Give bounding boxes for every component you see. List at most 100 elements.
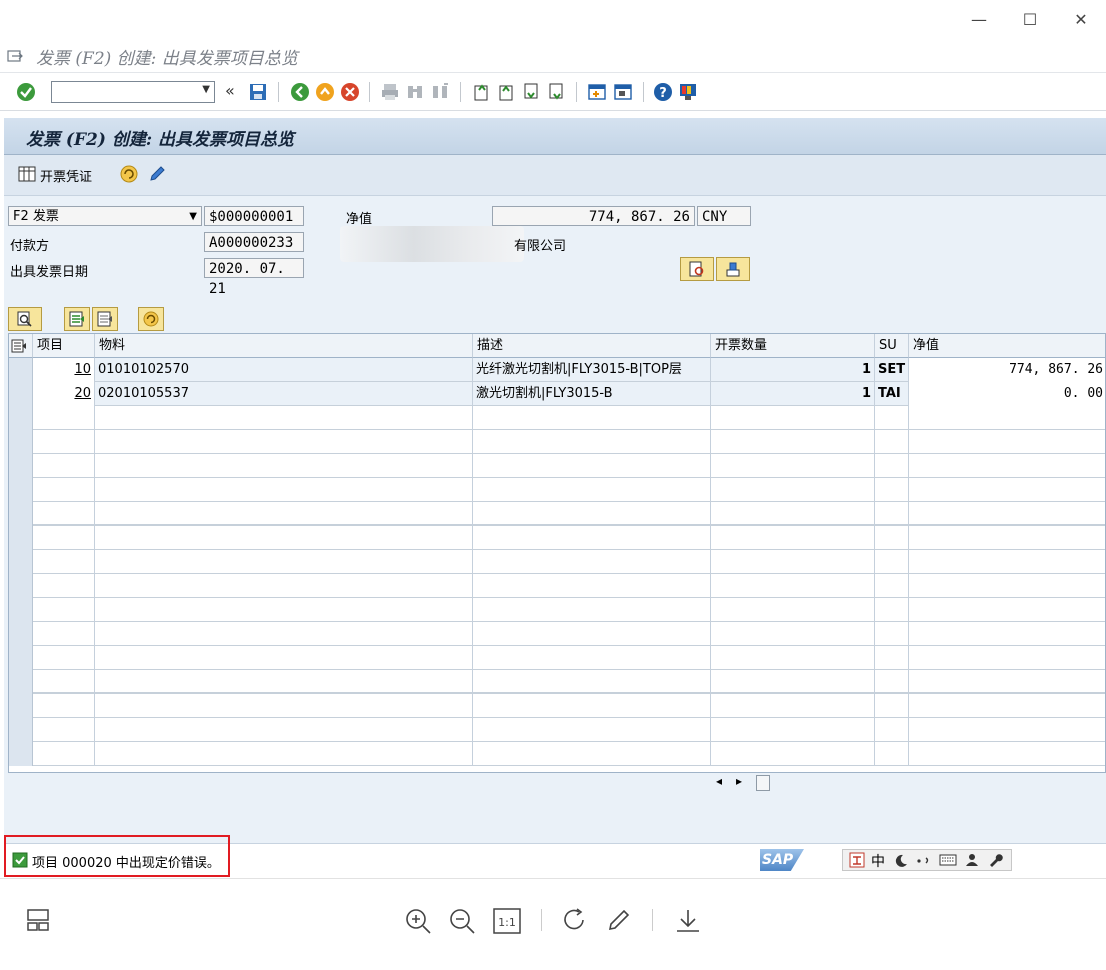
empty-cell[interactable] bbox=[473, 598, 711, 622]
empty-cell[interactable] bbox=[711, 406, 875, 430]
rotate-icon[interactable] bbox=[562, 907, 588, 933]
empty-cell[interactable] bbox=[909, 742, 1105, 766]
row-selector[interactable] bbox=[9, 694, 33, 718]
new-session-icon[interactable] bbox=[587, 82, 607, 102]
row-selector[interactable] bbox=[9, 430, 33, 454]
exit-icon[interactable] bbox=[315, 82, 335, 102]
empty-cell[interactable] bbox=[711, 622, 875, 646]
empty-cell[interactable] bbox=[909, 430, 1105, 454]
empty-cell[interactable] bbox=[875, 550, 909, 574]
close-button[interactable]: ✕ bbox=[1068, 8, 1094, 32]
item-refresh-button[interactable] bbox=[138, 307, 164, 331]
empty-cell[interactable] bbox=[473, 430, 711, 454]
empty-cell[interactable] bbox=[473, 526, 711, 550]
empty-cell[interactable] bbox=[33, 454, 95, 478]
empty-cell[interactable] bbox=[711, 526, 875, 550]
empty-table-row[interactable] bbox=[9, 646, 1105, 670]
layout-icon[interactable] bbox=[26, 908, 50, 932]
last-page-icon[interactable] bbox=[546, 82, 566, 102]
empty-cell[interactable] bbox=[875, 430, 909, 454]
table-settings-header[interactable] bbox=[9, 334, 33, 358]
row-selector[interactable] bbox=[9, 406, 33, 430]
row-selector[interactable] bbox=[9, 670, 33, 694]
horizontal-scrollbar[interactable]: ◂ ▸ bbox=[714, 773, 1106, 793]
empty-table-row[interactable] bbox=[9, 478, 1105, 502]
empty-cell[interactable] bbox=[473, 406, 711, 430]
empty-cell[interactable] bbox=[909, 454, 1105, 478]
empty-cell[interactable] bbox=[909, 574, 1105, 598]
maximize-button[interactable]: ☐ bbox=[1017, 8, 1043, 32]
empty-cell[interactable] bbox=[95, 406, 473, 430]
empty-table-row[interactable] bbox=[9, 526, 1105, 550]
item-number-cell[interactable]: 20 bbox=[33, 382, 95, 406]
empty-cell[interactable] bbox=[711, 574, 875, 598]
empty-cell[interactable] bbox=[95, 478, 473, 502]
scroll-thumb[interactable] bbox=[756, 775, 770, 791]
empty-cell[interactable] bbox=[33, 718, 95, 742]
table-row[interactable]: 10 01010102570 光纤激光切割机|FLY3015-B|TOP层 1 … bbox=[9, 358, 1105, 382]
empty-cell[interactable] bbox=[875, 694, 909, 718]
empty-cell[interactable] bbox=[95, 622, 473, 646]
ime-logo-icon[interactable] bbox=[849, 852, 865, 868]
ime-chinese-mode[interactable]: 中 bbox=[871, 851, 885, 871]
empty-cell[interactable] bbox=[95, 550, 473, 574]
item-details-button[interactable] bbox=[8, 307, 42, 331]
punctuation-icon[interactable] bbox=[915, 853, 933, 867]
empty-cell[interactable] bbox=[473, 454, 711, 478]
table-row[interactable]: 20 02010105537 激光切割机|FLY3015-B 1 TAI 0. … bbox=[9, 382, 1105, 406]
empty-table-row[interactable] bbox=[9, 718, 1105, 742]
next-page-icon[interactable] bbox=[521, 82, 541, 102]
empty-cell[interactable] bbox=[875, 478, 909, 502]
empty-cell[interactable] bbox=[95, 454, 473, 478]
empty-cell[interactable] bbox=[473, 502, 711, 526]
empty-table-row[interactable] bbox=[9, 550, 1105, 574]
empty-cell[interactable] bbox=[473, 694, 711, 718]
empty-cell[interactable] bbox=[95, 646, 473, 670]
double-chevron-left-icon[interactable]: « bbox=[225, 81, 235, 100]
empty-cell[interactable] bbox=[711, 718, 875, 742]
empty-cell[interactable] bbox=[909, 478, 1105, 502]
row-selector[interactable] bbox=[9, 358, 33, 382]
empty-cell[interactable] bbox=[875, 574, 909, 598]
empty-cell[interactable] bbox=[711, 502, 875, 526]
empty-cell[interactable] bbox=[711, 670, 875, 694]
empty-cell[interactable] bbox=[33, 574, 95, 598]
zoom-in-icon[interactable] bbox=[404, 907, 432, 935]
empty-cell[interactable] bbox=[473, 670, 711, 694]
header-partner-button[interactable] bbox=[716, 257, 750, 281]
su-cell[interactable]: SET bbox=[875, 358, 909, 382]
row-selector[interactable] bbox=[9, 502, 33, 526]
exit-menu-icon[interactable] bbox=[6, 48, 24, 64]
empty-cell[interactable] bbox=[875, 454, 909, 478]
wrench-icon[interactable] bbox=[987, 853, 1003, 867]
empty-cell[interactable] bbox=[473, 478, 711, 502]
empty-cell[interactable] bbox=[711, 550, 875, 574]
material-cell[interactable]: 02010105537 bbox=[95, 382, 473, 406]
empty-cell[interactable] bbox=[711, 646, 875, 670]
empty-cell[interactable] bbox=[909, 718, 1105, 742]
empty-cell[interactable] bbox=[33, 526, 95, 550]
empty-table-row[interactable] bbox=[9, 454, 1105, 478]
empty-cell[interactable] bbox=[33, 430, 95, 454]
chevron-down-icon[interactable]: ▼ bbox=[202, 84, 210, 95]
empty-cell[interactable] bbox=[909, 670, 1105, 694]
row-selector[interactable] bbox=[9, 622, 33, 646]
empty-cell[interactable] bbox=[875, 718, 909, 742]
empty-cell[interactable] bbox=[95, 526, 473, 550]
empty-cell[interactable] bbox=[875, 598, 909, 622]
empty-cell[interactable] bbox=[711, 478, 875, 502]
column-header-billed-qty[interactable]: 开票数量 bbox=[711, 334, 875, 358]
keyboard-icon[interactable] bbox=[939, 853, 957, 867]
document-type-select[interactable]: F2 发票 ▼ bbox=[8, 206, 202, 226]
column-header-material[interactable]: 物料 bbox=[95, 334, 473, 358]
empty-cell[interactable] bbox=[473, 550, 711, 574]
cancel-icon[interactable] bbox=[340, 82, 360, 102]
empty-cell[interactable] bbox=[33, 502, 95, 526]
customize-layout-icon[interactable] bbox=[678, 82, 698, 102]
command-field[interactable]: ▼ bbox=[51, 81, 215, 103]
su-cell[interactable]: TAI bbox=[875, 382, 909, 406]
empty-table-row[interactable] bbox=[9, 502, 1105, 526]
help-icon[interactable]: ? bbox=[653, 82, 673, 102]
empty-cell[interactable] bbox=[875, 502, 909, 526]
empty-cell[interactable] bbox=[33, 670, 95, 694]
